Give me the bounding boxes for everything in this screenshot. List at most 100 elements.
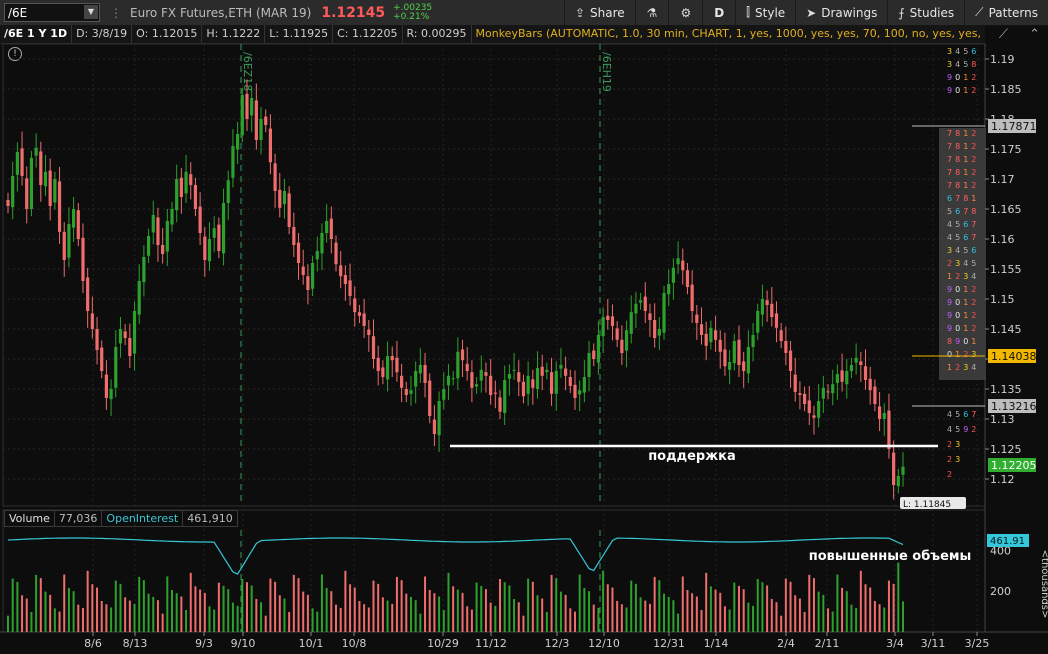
candle-body — [746, 347, 750, 374]
collapse-icon[interactable]: ⌃ — [1029, 27, 1040, 42]
symbol-period[interactable]: /6E 1 Y 1D — [0, 25, 73, 43]
candle-body — [34, 147, 38, 156]
candle-body — [273, 163, 277, 191]
candle-body — [179, 177, 183, 197]
open-interest-price-tag — [987, 534, 1029, 547]
candle-body — [86, 277, 90, 311]
candle-body — [245, 93, 249, 119]
price-level-label: 1.12205 — [991, 459, 1037, 472]
candle-body — [840, 370, 844, 382]
candle-body — [156, 217, 160, 245]
monkeybars-row: 0123 — [947, 350, 976, 359]
candle-body — [212, 228, 216, 238]
studies-button[interactable]: ⨍ Studies — [887, 0, 964, 25]
price-pane-frame — [2, 43, 986, 507]
candle-body — [863, 366, 868, 380]
candle-body — [278, 189, 282, 208]
candle-body — [704, 333, 708, 346]
symbol-input[interactable] — [5, 5, 81, 20]
candle-body — [184, 171, 188, 194]
candle-body — [732, 341, 736, 364]
volume-tick-label: 400 — [990, 544, 1011, 557]
candle-body — [292, 227, 296, 245]
y-tick-label: 1.15 — [990, 293, 1015, 306]
volume-label[interactable]: Volume — [4, 510, 55, 527]
candle-body — [90, 313, 94, 329]
candle-body — [624, 330, 629, 351]
monkeybars-row: 4567 — [947, 220, 976, 229]
candle-body — [414, 371, 418, 387]
candle-body — [39, 151, 43, 185]
candle-body — [385, 356, 390, 380]
candle-body — [193, 185, 198, 209]
candle-body — [653, 320, 657, 338]
monkeybars-row: 5678 — [947, 207, 976, 216]
candle-body — [53, 179, 57, 203]
period-button[interactable]: D — [702, 0, 735, 25]
candle-body — [62, 231, 66, 260]
drawings-button[interactable]: ➤ Drawings — [795, 0, 887, 25]
candle-body — [643, 296, 647, 311]
share-icon: ⇪ — [574, 5, 586, 20]
y-tick-label: 1.125 — [990, 443, 1022, 456]
flask-button[interactable]: ⚗ — [634, 0, 669, 25]
volume-axis-label: <thousands> — [1039, 550, 1048, 619]
price-chart[interactable]: /6EZ18/6EH19 3 4 5 6 3 4 5 8 9 0 1 2 9 0 1 2 7 8 1 2 7 8 1 2 7 8 1… — [0, 0, 1048, 654]
candle-body — [845, 371, 849, 385]
candle-body — [676, 258, 680, 265]
contract-marker-label: /6EH19 — [600, 52, 613, 92]
candle-body — [442, 389, 446, 400]
candle-body — [770, 303, 774, 317]
monkeybars-row: 9012 — [947, 324, 976, 333]
candle-body — [6, 200, 10, 206]
x-tick-label: 10/8 — [342, 637, 367, 650]
volume-annotation: повышенные объемы — [809, 549, 972, 564]
price-level-tag — [988, 399, 1036, 413]
share-button[interactable]: ⇪ Share — [563, 0, 635, 25]
candle-body — [95, 329, 99, 350]
candle-body — [250, 98, 254, 116]
monkeybars-row: 4567 — [947, 410, 976, 419]
candle-body — [362, 313, 366, 326]
candle-body — [718, 339, 722, 352]
symbol-selector[interactable]: ▼ — [4, 3, 100, 22]
info-icon[interactable]: ! — [8, 47, 22, 61]
x-tick-label: 8/13 — [123, 637, 148, 650]
patterns-button[interactable]: ⟋ Patterns — [964, 0, 1048, 25]
candle-body — [667, 284, 671, 295]
monkeybars-row: 7812 — [947, 155, 976, 164]
candle-body — [568, 377, 572, 386]
price-level-label: 1.17871 — [991, 120, 1037, 133]
y-tick-label: 1.13 — [990, 413, 1015, 426]
candle-body — [892, 452, 896, 485]
candle-body — [400, 375, 404, 388]
drag-handle-icon[interactable]: ⋮ — [110, 6, 122, 20]
x-tick-label: 2/11 — [815, 637, 840, 650]
price-level-tag — [988, 119, 1036, 133]
x-tick-label: 2/4 — [777, 637, 795, 650]
candle-body — [540, 366, 544, 376]
settings-button[interactable]: ⚙ — [668, 0, 702, 25]
candle-body — [681, 260, 685, 271]
style-button[interactable]: ⫿ Style — [735, 0, 795, 25]
candle-body — [629, 312, 633, 334]
drawings-label: Drawings — [821, 5, 878, 20]
draw-tool-icon[interactable]: ⟋ — [999, 27, 1008, 42]
candle-body — [236, 134, 240, 150]
candle-body — [578, 390, 582, 395]
study-label[interactable]: MonkeyBars (AUTOMATIC, 1.0, 30 min, CHAR… — [472, 25, 986, 43]
candle-body — [620, 339, 624, 353]
candle-body — [742, 361, 746, 371]
candle-body — [404, 389, 408, 395]
monkeybars-row: 9012 — [947, 73, 976, 82]
candle-body — [690, 284, 694, 311]
open-interest-label[interactable]: OpenInterest — [101, 510, 184, 527]
price-level-tag — [988, 458, 1036, 472]
x-tick-label: 3/25 — [965, 637, 990, 650]
monkeybars-row: 9012 — [947, 285, 976, 294]
candlestick-icon: ⫿ — [746, 5, 751, 19]
value-area-band — [939, 128, 986, 380]
chevron-down-icon[interactable]: ▼ — [84, 5, 98, 19]
candle-body — [817, 401, 821, 418]
y-tick-label: 1.14 — [990, 353, 1015, 366]
